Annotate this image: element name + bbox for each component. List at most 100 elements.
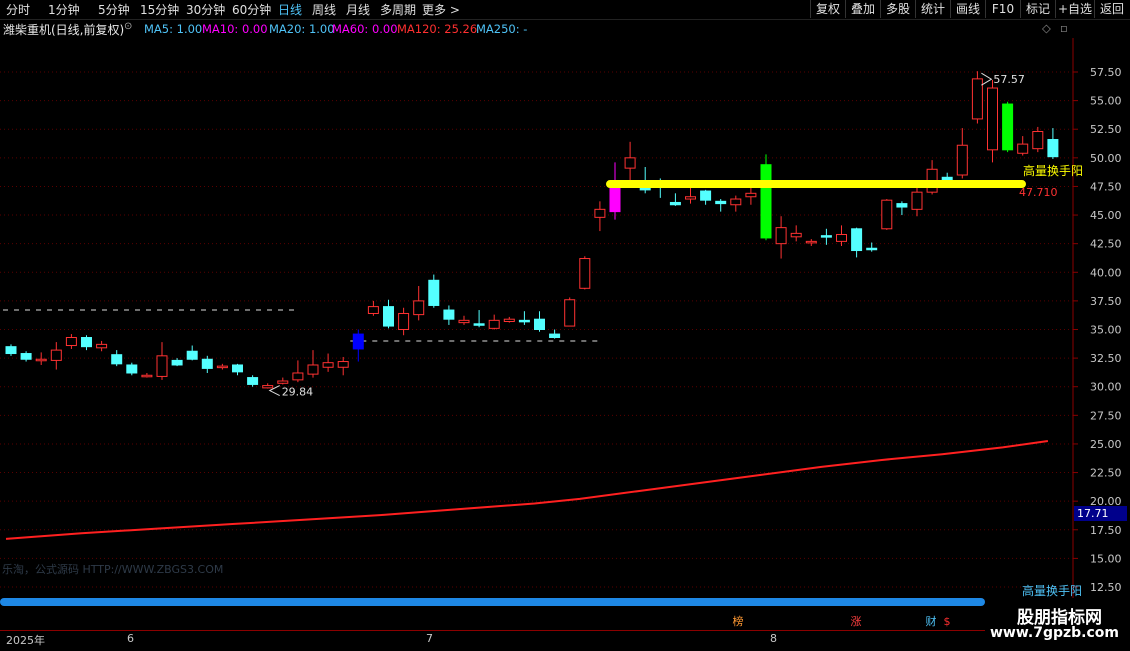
tab-30min[interactable]: 30分钟 [186, 1, 225, 18]
candlestick-chart[interactable]: 57.50 55.00 52.50 50.00 47.50 45.00 42.50 40.00… [0, 38, 1130, 598]
candle-body [156, 355, 168, 377]
back-button[interactable]: 返回 [1094, 0, 1129, 18]
y-tick-label: 45.00 [1090, 209, 1122, 222]
signal-bar [0, 598, 985, 606]
signal-value-label: 47.710 [1019, 186, 1058, 199]
signal-label-bottom: 高量换手阳 [1022, 584, 1083, 598]
candle-body [866, 247, 878, 251]
candle-body [20, 353, 32, 360]
tab-5min[interactable]: 5分钟 [98, 1, 130, 18]
candle-body [262, 385, 274, 389]
candle-body [685, 196, 696, 200]
candle-body [473, 323, 485, 326]
candle-body [398, 312, 410, 331]
multi-stock-button[interactable]: 多股 [880, 0, 915, 18]
y-tick-label: 30.00 [1090, 381, 1122, 394]
date-month-6: 6 [127, 632, 134, 645]
candle-body [760, 164, 772, 239]
candle-body [428, 279, 440, 306]
y-tick-label: 17.50 [1090, 524, 1122, 537]
marker-finance[interactable]: 财 [924, 615, 938, 629]
tab-daily[interactable]: 日线 [278, 1, 302, 18]
tab-60min[interactable]: 60分钟 [232, 1, 271, 18]
date-year: 2025年 [6, 634, 45, 647]
candle-body [790, 232, 802, 238]
marker-list[interactable]: 榜 [731, 615, 745, 629]
candle-body [488, 319, 500, 329]
candle-body [443, 309, 455, 320]
candle-body [1032, 131, 1044, 150]
candle-body [1047, 139, 1059, 158]
y-tick-label: 15.00 [1090, 552, 1122, 565]
dropdown-icon[interactable]: ⊙ [124, 21, 132, 32]
candle-body [35, 358, 47, 362]
diamond-icon[interactable]: ◇ [1042, 21, 1051, 35]
y-tick-label: 42.50 [1090, 238, 1122, 251]
y-tick-label: 27.50 [1090, 409, 1122, 422]
mark-button[interactable]: 标记 [1020, 0, 1055, 18]
candle-body [745, 192, 757, 198]
y-tick-label: 22.50 [1090, 467, 1122, 480]
y-tick-label: 32.50 [1090, 352, 1122, 365]
y-tick-label: 47.50 [1090, 180, 1122, 193]
candle-body [171, 359, 183, 366]
candle-body [413, 300, 425, 316]
candle-body [775, 227, 787, 245]
candle-body [956, 144, 968, 176]
date-month-8: 8 [770, 632, 777, 645]
tab-multi-period[interactable]: 多周期 [380, 1, 416, 18]
candle-body [836, 234, 847, 242]
candle-body [971, 78, 983, 120]
candle-body [111, 354, 123, 365]
tab-15min[interactable]: 15分钟 [140, 1, 179, 18]
tab-more[interactable]: 更多 > [422, 1, 460, 18]
draw-line-button[interactable]: 画线 [950, 0, 985, 18]
ma60-label: MA60: 0.00 [332, 22, 398, 36]
watermark-text: 乐淘，公式源码 HTTP://WWW.ZBGS3.COM [2, 563, 224, 576]
f10-button[interactable]: F10 [985, 0, 1020, 18]
candle-body [579, 258, 591, 289]
tab-1min[interactable]: 1分钟 [48, 1, 80, 18]
ma250-label: MA250: - [476, 22, 528, 36]
tab-timeshare[interactable]: 分时 [6, 1, 30, 18]
tab-monthly[interactable]: 月线 [346, 1, 370, 18]
candle-body [307, 364, 319, 375]
candle-body [50, 349, 62, 361]
date-month-7: 7 [426, 632, 433, 645]
candle-body [352, 333, 364, 350]
candle-body [594, 208, 606, 218]
y-tick-label: 25.00 [1090, 438, 1122, 451]
ma20-label: MA20: 1.00 [269, 22, 335, 36]
candle-body [367, 306, 379, 314]
tab-weekly[interactable]: 周线 [312, 1, 336, 18]
marker-dividend[interactable]: $ [940, 615, 954, 629]
candle-body [277, 380, 289, 384]
low-price-label: 29.84 [282, 386, 314, 399]
y-tick-label: 35.00 [1090, 324, 1122, 337]
high-price-label: 57.57 [993, 73, 1025, 86]
candle-body [700, 190, 712, 201]
candle-body [216, 365, 228, 369]
statistics-button[interactable]: 统计 [915, 0, 950, 18]
ma10-label: MA10: 0.00 [202, 22, 268, 36]
add-watchlist-button[interactable]: +自选 [1055, 0, 1094, 18]
candle-body [911, 191, 923, 210]
candle-body [503, 318, 515, 322]
candle-body [896, 203, 908, 208]
marker-limit-up[interactable]: 涨 [849, 615, 863, 629]
ma120-label: MA120: 25.26 [397, 22, 478, 36]
stock-title: 潍柴重机(日线,前复权) [3, 23, 125, 37]
candle-body [669, 201, 681, 206]
period-toolbar: 分时 1分钟 5分钟 15分钟 30分钟 60分钟 日线 周线 月线 多周期 更… [0, 0, 1130, 20]
candle-body [534, 318, 545, 331]
candle-body [518, 319, 530, 323]
window-icon[interactable]: ▫ [1060, 21, 1068, 35]
candle-body [322, 362, 334, 368]
adjust-button[interactable]: 复权 [810, 0, 845, 18]
overlay-button[interactable]: 叠加 [845, 0, 880, 18]
y-tick-label: 50.00 [1090, 152, 1122, 165]
candle-body [383, 306, 394, 327]
candle-body [1002, 103, 1014, 151]
candle-body [186, 350, 198, 360]
candle-body [730, 198, 742, 206]
